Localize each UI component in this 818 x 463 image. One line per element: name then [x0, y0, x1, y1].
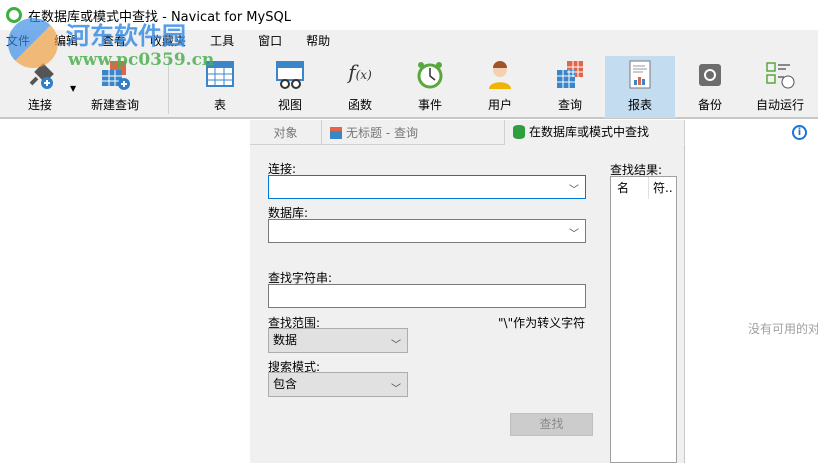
chevron-down-icon: ﹀ [391, 384, 401, 395]
connect-plug-icon [25, 60, 55, 90]
no-object-text: 没有可用的对 [748, 322, 818, 336]
menu-view[interactable]: 查看 [96, 30, 144, 52]
tab-objects[interactable]: 对象 [250, 120, 322, 145]
results-list[interactable]: 名 符.. [610, 176, 677, 463]
menu-edit[interactable]: 编辑 [48, 30, 96, 52]
tab-objects-label: 对象 [273, 125, 298, 140]
function-label: 函数 [347, 98, 372, 112]
scope-value: 数据 [273, 333, 298, 347]
navicat-logo-icon [6, 7, 22, 23]
automation-button[interactable]: 自动运行 [745, 56, 815, 118]
escape-hint: "\"作为转义字符 [498, 316, 586, 330]
menu-file[interactable]: 文件 [0, 30, 48, 52]
menu-tools[interactable]: 工具 [204, 30, 252, 52]
chevron-down-icon: ﹀ [569, 229, 579, 240]
backup-button[interactable]: 备份 [675, 56, 745, 118]
mode-value: 包含 [273, 377, 298, 391]
user-label: 用户 [487, 98, 512, 112]
tab-bar: 对象 无标题 - 查询 在数据库或模式中查找 [250, 120, 685, 145]
menu-bar: 文件 编辑 查看 收藏夹 工具 窗口 帮助 [0, 30, 818, 52]
find-panel: 对象 无标题 - 查询 在数据库或模式中查找 连接: ﹀ 数据库: ﹀ 查找字符… [250, 120, 685, 463]
info-icon[interactable]: i [792, 125, 807, 140]
report-button[interactable]: 报表 [605, 56, 675, 118]
connect-label: 连接 [27, 98, 52, 112]
view-button[interactable]: 视图 [255, 56, 325, 118]
backup-label: 备份 [697, 98, 722, 112]
tab-find-in-database-label: 在数据库或模式中查找 [529, 125, 650, 139]
column-header-name[interactable]: 名 [611, 177, 649, 199]
chevron-down-icon: ﹀ [391, 340, 401, 351]
scope-select[interactable]: 数据 ﹀ [268, 328, 408, 353]
report-label: 报表 [627, 98, 652, 112]
connect-dropdown-icon[interactable]: ▼ [70, 84, 76, 93]
query-tab-icon [330, 126, 342, 139]
query-button[interactable]: 查询 [535, 56, 605, 118]
chevron-down-icon: ﹀ [569, 185, 579, 196]
database-select[interactable]: ﹀ [268, 219, 586, 243]
info-pane: i 没有可用的对 [686, 120, 818, 463]
report-icon [625, 60, 655, 90]
find-button[interactable]: 查找 [510, 413, 593, 436]
tab-untitled-query-label: 无标题 - 查询 [346, 125, 418, 140]
new-query-label: 新建查询 [90, 98, 139, 112]
user-icon [485, 60, 515, 90]
function-button[interactable]: f(x) 函数 [325, 56, 395, 118]
search-string-input[interactable] [268, 284, 586, 308]
navigation-pane [0, 120, 250, 463]
column-header-type[interactable]: 符.. [649, 177, 676, 199]
automation-label: 自动运行 [755, 98, 804, 112]
event-button[interactable]: 事件 [395, 56, 465, 118]
tab-find-in-database[interactable]: 在数据库或模式中查找 [505, 120, 685, 145]
window-title: 在数据库或模式中查找 - Navicat for MySQL [28, 9, 291, 25]
table-button[interactable]: 表 [185, 56, 255, 118]
toolbar: 连接 ▼ 新建查询 表 视图 f(x) 函数 事件 用户 查询 报表 备份 自动… [0, 52, 818, 119]
function-icon: f(x) [348, 60, 372, 84]
tab-untitled-query[interactable]: 无标题 - 查询 [322, 120, 505, 145]
connection-select[interactable]: ﹀ [268, 175, 586, 199]
view-label: 视图 [277, 98, 302, 112]
user-button[interactable]: 用户 [465, 56, 535, 118]
connect-button[interactable]: 连接 [5, 56, 75, 118]
table-label: 表 [213, 98, 226, 112]
event-label: 事件 [417, 98, 442, 112]
mode-select[interactable]: 包含 ﹀ [268, 372, 408, 397]
results-header: 名 符.. [611, 177, 676, 199]
view-icon [275, 60, 305, 90]
menu-help[interactable]: 帮助 [300, 30, 348, 52]
table-icon [205, 60, 235, 90]
toolbar-separator [168, 58, 169, 114]
automation-icon [765, 60, 795, 90]
query-label: 查询 [557, 98, 582, 112]
event-clock-icon [415, 60, 445, 90]
menu-window[interactable]: 窗口 [252, 30, 300, 52]
menu-favorites[interactable]: 收藏夹 [144, 30, 204, 52]
database-search-icon [513, 125, 525, 139]
new-query-button[interactable]: 新建查询 [80, 56, 150, 118]
title-bar: 在数据库或模式中查找 - Navicat for MySQL [0, 0, 818, 30]
backup-icon [695, 60, 725, 90]
new-query-icon [100, 60, 130, 90]
query-icon [555, 60, 585, 90]
